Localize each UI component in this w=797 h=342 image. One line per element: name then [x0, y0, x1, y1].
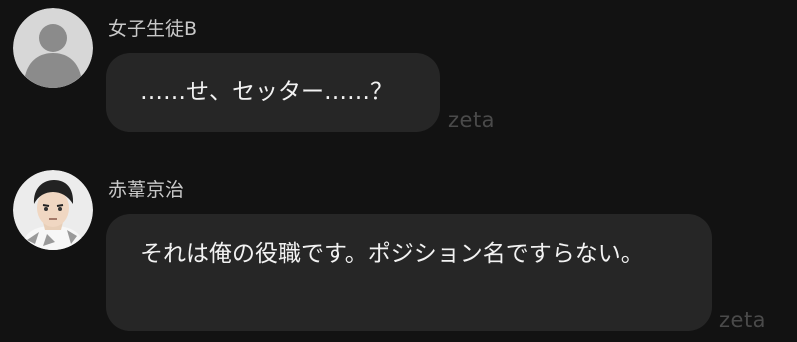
message-text: それは俺の役職です。ポジション名ですらない。 — [140, 241, 644, 267]
avatar[interactable] — [13, 8, 93, 88]
message-text: ……せ、セッター……？ — [140, 79, 393, 105]
chat-log: 女子生徒B ……せ、セッター……？ zeta 赤葦京治 それは俺の役職です。ポジ… — [0, 0, 797, 342]
sender-name: 赤葦京治 — [108, 179, 185, 201]
zeta-watermark: zeta — [719, 308, 767, 332]
chat-message: 女子生徒B ……せ、セッター……？ zeta — [0, 0, 797, 150]
message-bubble[interactable]: ……せ、セッター……？ — [106, 53, 440, 132]
default-user-icon — [13, 8, 93, 88]
sender-name: 女子生徒B — [108, 18, 198, 40]
chat-message: 赤葦京治 それは俺の役職です。ポジション名ですらない。 zeta — [0, 165, 797, 342]
zeta-watermark: zeta — [448, 108, 496, 132]
avatar[interactable] — [13, 170, 93, 250]
character-portrait-icon — [13, 170, 93, 250]
message-bubble[interactable]: それは俺の役職です。ポジション名ですらない。 — [106, 214, 712, 331]
